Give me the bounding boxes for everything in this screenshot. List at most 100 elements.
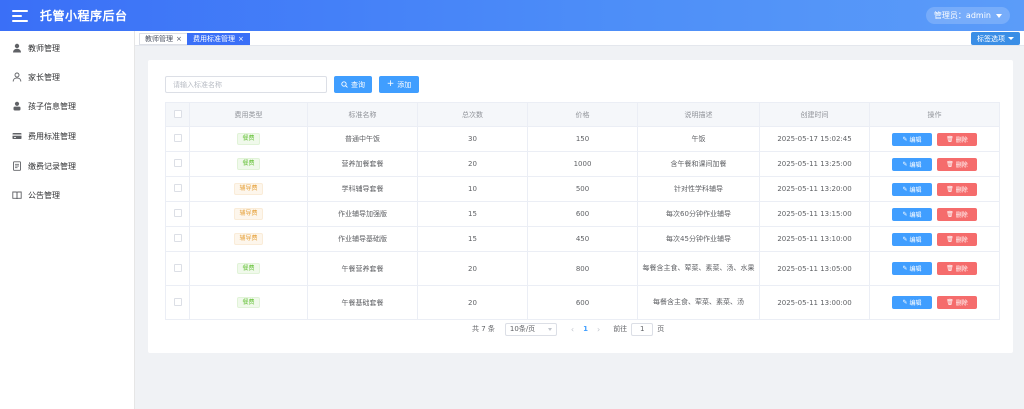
edit-button[interactable]: ✎ 编辑 xyxy=(892,262,932,275)
trash-icon: 🗑 xyxy=(946,185,954,193)
price-cell: 500 xyxy=(527,176,638,202)
delete-button[interactable]: 🗑 删除 xyxy=(937,296,977,309)
pagination-total: 共 7 条 xyxy=(472,325,495,333)
edit-icon: ✎ xyxy=(902,265,908,272)
table-row: 餐费 午餐基础套餐 20 600 每餐含主食、荤菜、素菜、汤 2025-05-1… xyxy=(165,285,1000,320)
desc-cell: 每餐含主食、荤菜、素菜、汤、水果 xyxy=(637,251,760,286)
sidebar-item-notice[interactable]: 公告管理 xyxy=(0,186,135,204)
edit-label: 编辑 xyxy=(909,236,922,244)
edit-label: 编辑 xyxy=(909,161,922,169)
fee-type-tag: 辅导费 xyxy=(234,183,263,195)
delete-button[interactable]: 🗑 删除 xyxy=(937,207,977,221)
select-cell xyxy=(165,201,190,227)
search-input[interactable] xyxy=(165,76,327,93)
trash-icon: 🗑 xyxy=(946,135,954,143)
book-icon xyxy=(12,190,22,200)
sidebar-item-teacher[interactable]: 教师管理 xyxy=(0,39,135,57)
select-cell xyxy=(165,151,190,177)
delete-button[interactable]: 🗑 删除 xyxy=(937,157,977,171)
menu-toggle-icon[interactable] xyxy=(12,9,28,22)
count-cell: 10 xyxy=(417,176,528,202)
edit-button[interactable]: ✎ 编辑 xyxy=(892,157,932,171)
user-outline-icon xyxy=(12,72,22,82)
row-checkbox[interactable] xyxy=(173,184,182,192)
prev-page-icon[interactable]: ‹ xyxy=(571,325,574,334)
delete-label: 删除 xyxy=(955,186,968,194)
actions-cell: ✎ 编辑 🗑 删除 xyxy=(869,251,1000,286)
select-cell xyxy=(165,126,190,152)
close-icon[interactable]: × xyxy=(238,35,244,43)
row-checkbox[interactable] xyxy=(173,159,182,167)
sidebar: 教师管理 家长管理 孩子信息管理 费用标准管理 缴费记录管理 公告管理 xyxy=(0,31,135,409)
delete-label: 删除 xyxy=(955,236,968,244)
row-checkbox[interactable] xyxy=(173,209,182,217)
search-button[interactable]: 查询 xyxy=(334,76,372,93)
sidebar-item-parent[interactable]: 家长管理 xyxy=(0,68,135,86)
sidebar-item-child[interactable]: 孩子信息管理 xyxy=(0,97,135,115)
tab-teacher[interactable]: 教师管理 × xyxy=(139,33,188,45)
row-checkbox[interactable] xyxy=(173,263,182,272)
edit-icon: ✎ xyxy=(902,210,908,218)
count-cell: 15 xyxy=(417,226,528,252)
table-row: 辅导费 学科辅导套餐 10 500 针对性学科辅导 2025-05-11 13:… xyxy=(165,176,1000,202)
child-icon xyxy=(12,101,22,111)
row-checkbox[interactable] xyxy=(173,234,182,242)
edit-button[interactable]: ✎ 编辑 xyxy=(892,296,932,309)
delete-button[interactable]: 🗑 删除 xyxy=(937,132,977,146)
created-cell: 2025-05-11 13:00:00 xyxy=(759,285,870,320)
select-cell xyxy=(165,285,190,320)
column-header-name: 标准名称 xyxy=(307,102,418,127)
desc-cell: 针对性学科辅导 xyxy=(637,176,760,202)
delete-button[interactable]: 🗑 删除 xyxy=(937,182,977,196)
count-cell: 20 xyxy=(417,285,528,320)
sidebar-item-label: 孩子信息管理 xyxy=(28,101,76,111)
type-cell: 辅导费 xyxy=(189,176,308,202)
desc-cell: 每餐含主食、荤菜、素菜、汤 xyxy=(637,285,760,320)
type-cell: 餐费 xyxy=(189,151,308,177)
edit-label: 编辑 xyxy=(909,300,922,307)
sidebar-item-label: 费用标准管理 xyxy=(28,131,76,141)
column-header-price: 价格 xyxy=(527,102,638,127)
delete-button[interactable]: 🗑 删除 xyxy=(937,262,977,275)
goto-page-input[interactable]: 1 xyxy=(631,322,654,336)
delete-label: 删除 xyxy=(955,300,968,307)
edit-button[interactable]: ✎ 编辑 xyxy=(892,207,932,221)
sidebar-item-payment-record[interactable]: 缴费记录管理 xyxy=(0,157,135,175)
user-icon xyxy=(12,43,22,53)
edit-button[interactable]: ✎ 编辑 xyxy=(892,182,932,196)
trash-icon: 🗑 xyxy=(946,265,954,272)
edit-button[interactable]: ✎ 编辑 xyxy=(892,132,932,146)
chevron-down-icon xyxy=(547,327,552,331)
edit-button[interactable]: ✎ 编辑 xyxy=(892,232,932,246)
user-menu[interactable]: 管理员：admin xyxy=(925,7,1010,24)
edit-icon: ✎ xyxy=(902,235,908,243)
edit-icon: ✎ xyxy=(902,185,908,193)
tab-options-label: 标签选项 xyxy=(977,34,1005,43)
count-cell: 20 xyxy=(417,251,528,286)
delete-button[interactable]: 🗑 删除 xyxy=(937,232,977,246)
table-header-row: 费用类型 标准名称 总次数 价格 说明描述 创建时间 操作 xyxy=(165,102,1000,127)
page-number-1[interactable]: 1 xyxy=(583,325,588,333)
select-cell xyxy=(165,176,190,202)
search-button-label: 查询 xyxy=(351,80,365,89)
select-all-checkbox[interactable] xyxy=(173,109,182,118)
sidebar-item-fee-standard[interactable]: 费用标准管理 xyxy=(0,127,135,145)
next-page-icon[interactable]: › xyxy=(597,325,600,334)
table-row: 餐费 普通中午饭 30 150 午饭 2025-05-17 15:02:45 ✎… xyxy=(165,126,1000,152)
top-header: 托管小程序后台 管理员：admin xyxy=(0,0,1024,31)
type-cell: 辅导费 xyxy=(189,226,308,252)
column-header-created: 创建时间 xyxy=(759,102,870,127)
created-cell: 2025-05-11 13:25:00 xyxy=(759,151,870,177)
name-cell: 营养加餐套餐 xyxy=(307,151,418,177)
tab-label: 费用标准管理 xyxy=(193,35,235,43)
created-cell: 2025-05-11 13:05:00 xyxy=(759,251,870,286)
desc-cell: 每次45分钟作业辅导 xyxy=(637,226,760,252)
row-checkbox[interactable] xyxy=(173,134,182,142)
page-size-select[interactable]: 10条/页 xyxy=(504,322,557,336)
document-icon xyxy=(12,161,22,171)
close-icon[interactable]: × xyxy=(176,35,182,43)
tab-options-button[interactable]: 标签选项 xyxy=(971,32,1020,45)
row-checkbox[interactable] xyxy=(173,297,182,306)
add-button[interactable]: + 添加 xyxy=(379,76,419,93)
tab-fee-standard[interactable]: 费用标准管理 × xyxy=(187,33,250,45)
